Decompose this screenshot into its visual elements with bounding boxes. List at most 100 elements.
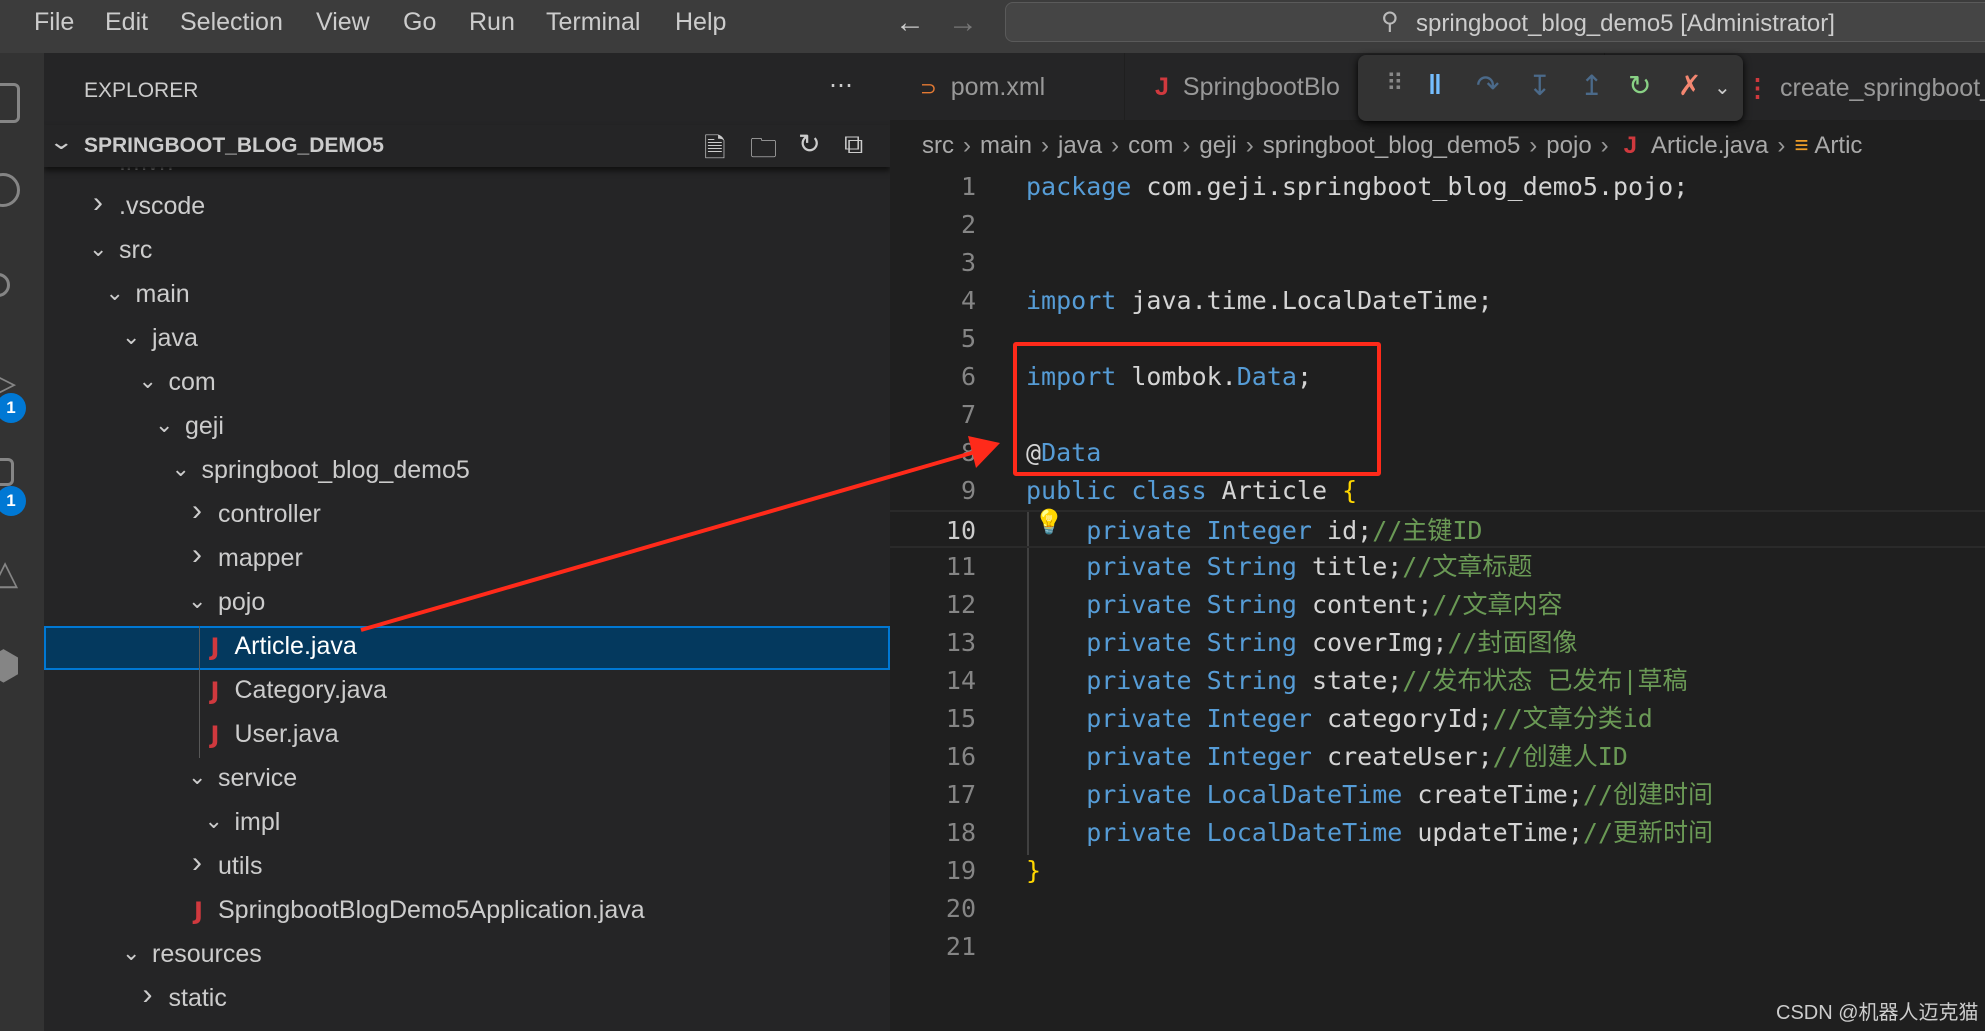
java-icon: J bbox=[210, 677, 220, 705]
code-line[interactable]: 17 private LocalDateTime createTime;//创建… bbox=[890, 776, 1985, 814]
step-over-icon[interactable]: ↷ bbox=[1476, 69, 1499, 102]
tree-folder[interactable]: › .vscode bbox=[44, 186, 890, 230]
code-line[interactable]: 20 bbox=[890, 890, 1985, 928]
code-line[interactable]: 18 private LocalDateTime updateTime;//更新… bbox=[890, 814, 1985, 852]
code-line[interactable]: 19} bbox=[890, 852, 1985, 890]
breadcrumb-item[interactable]: springboot_blog_demo5 bbox=[1263, 132, 1521, 159]
step-out-icon[interactable]: ↥ bbox=[1580, 69, 1603, 102]
tree-file[interactable]: J User.java bbox=[44, 714, 890, 758]
tree-file[interactable]: J SpringbootBlogDemo5Application.java bbox=[44, 890, 890, 934]
tab-create-springboot[interactable]: ⋮ create_springboot_b bbox=[1745, 53, 1985, 120]
tree-folder[interactable]: ⌄ impl bbox=[44, 802, 890, 846]
testing-flask-icon[interactable]: △ bbox=[0, 553, 18, 593]
code-token: state; bbox=[1296, 666, 1403, 695]
lightbulb-icon[interactable]: 💡 bbox=[1034, 508, 1064, 536]
tree-folder[interactable]: ⌄ src bbox=[44, 230, 890, 274]
line-number: 1 bbox=[960, 172, 976, 201]
code-line[interactable]: 2 bbox=[890, 206, 1985, 244]
tree-folder[interactable]: › mapper bbox=[44, 538, 890, 582]
pause-icon[interactable]: ‖ bbox=[1428, 69, 1442, 101]
tree-folder[interactable]: › utils bbox=[44, 846, 890, 890]
code-line[interactable]: 16 private Integer createUser;//创建人ID bbox=[890, 738, 1985, 776]
tree-item-label: .vscode bbox=[119, 192, 206, 220]
drag-handle-icon[interactable]: ⠿ bbox=[1386, 69, 1404, 98]
tree-folder[interactable]: ⌄ com bbox=[44, 362, 890, 406]
breadcrumb-item[interactable]: Article.java bbox=[1651, 132, 1768, 159]
code-editor[interactable]: 1 package com.geji.springboot_blog_demo5.… bbox=[890, 168, 1985, 1031]
line-number: 5 bbox=[960, 324, 976, 353]
code-line[interactable]: 1 package com.geji.springboot_blog_demo5.… bbox=[890, 168, 1985, 206]
breadcrumb-item[interactable]: pojo bbox=[1546, 132, 1591, 159]
search-icon[interactable] bbox=[0, 173, 20, 207]
tree-folder[interactable]: › controller bbox=[44, 494, 890, 538]
breadcrumb-item[interactable]: src bbox=[922, 132, 954, 159]
activity-bar: ▷ 1 1 △ ⬢ bbox=[0, 53, 44, 1031]
tree-folder[interactable]: ⌄ java bbox=[44, 318, 890, 362]
code-line[interactable]: 13 private String coverImg;//封面图像 bbox=[890, 624, 1985, 662]
remote-hexagon-icon[interactable]: ⬢ bbox=[0, 643, 21, 689]
extensions-icon[interactable] bbox=[0, 458, 14, 486]
code-token: id; bbox=[1312, 516, 1373, 545]
tree-folder[interactable]: ⌄ springboot_blog_demo5 bbox=[44, 450, 890, 494]
refresh-icon[interactable]: ↻ bbox=[798, 129, 821, 160]
code-line[interactable]: 4 import java.time.LocalDateTime; bbox=[890, 282, 1985, 320]
code-token: //文章分类id bbox=[1492, 704, 1653, 733]
menu-help[interactable]: Help bbox=[675, 8, 726, 37]
tree-file[interactable]: J Article.java bbox=[44, 626, 890, 670]
code-line[interactable]: 3 bbox=[890, 244, 1985, 282]
chevron-down-icon: ⌄ bbox=[188, 764, 207, 789]
code-text: private LocalDateTime updateTime;//更新时间 bbox=[1026, 814, 1713, 852]
tree-file[interactable]: J Category.java bbox=[44, 670, 890, 714]
command-center[interactable]: ⚲ springboot_blog_demo5 [Administrator] bbox=[1005, 2, 1985, 42]
menu-selection[interactable]: Selection bbox=[180, 8, 283, 37]
class-icon: ≡ bbox=[1794, 132, 1809, 159]
line-number: 16 bbox=[945, 742, 976, 771]
code-token: //创建人ID bbox=[1492, 742, 1628, 771]
code-token: private bbox=[1026, 628, 1192, 657]
breadcrumb-item[interactable]: main bbox=[980, 132, 1032, 159]
tree-item-label: springboot_blog_demo5 bbox=[201, 456, 470, 484]
project-header[interactable]: ⌄ SPRINGBOOT_BLOG_DEMO5 🗎 🗀 ↻ ⧉ bbox=[44, 125, 890, 167]
menu-file[interactable]: File bbox=[34, 8, 74, 37]
menu-run[interactable]: Run bbox=[469, 8, 515, 37]
code-line[interactable]: 9 public class Article { bbox=[890, 472, 1985, 510]
collapse-all-icon[interactable]: ⧉ bbox=[844, 129, 863, 161]
menu-terminal[interactable]: Terminal bbox=[546, 8, 640, 37]
tree-folder[interactable]: ⌄ service bbox=[44, 758, 890, 802]
source-control-icon[interactable] bbox=[0, 273, 10, 297]
tree-folder[interactable]: ⌄ pojo bbox=[44, 582, 890, 626]
disconnect-icon[interactable]: ✗ bbox=[1678, 69, 1701, 102]
breadcrumb-item[interactable]: com bbox=[1128, 132, 1173, 159]
breadcrumb-item[interactable]: Artic bbox=[1814, 132, 1862, 159]
code-line[interactable]: 15 private Integer categoryId;//文章分类id bbox=[890, 700, 1985, 738]
code-line[interactable]: 14 private String state;//发布状态 已发布|草稿 bbox=[890, 662, 1985, 700]
tab-pom-xml[interactable]: ⊃ pom.xml bbox=[890, 53, 1125, 120]
code-line[interactable]: 12 private String content;//文章内容 bbox=[890, 586, 1985, 624]
code-line[interactable]: 21 bbox=[890, 928, 1985, 966]
new-file-icon[interactable]: 🗎 bbox=[704, 129, 726, 175]
tree-folder[interactable]: ⌄ geji bbox=[44, 406, 890, 450]
new-folder-icon[interactable]: 🗀 bbox=[750, 129, 777, 175]
code-token: private bbox=[1026, 780, 1192, 809]
more-actions-icon[interactable]: ⋯ bbox=[829, 71, 855, 100]
tree-folder[interactable]: ⌄ main bbox=[44, 274, 890, 318]
step-into-icon[interactable]: ↧ bbox=[1528, 69, 1551, 102]
code-text: import java.time.LocalDateTime; bbox=[1026, 282, 1493, 320]
menu-view[interactable]: View bbox=[316, 8, 370, 37]
tree-folder[interactable]: ⌄ resources bbox=[44, 934, 890, 978]
restart-icon[interactable]: ↻ bbox=[1628, 69, 1651, 102]
code-token: //文章标题 bbox=[1402, 552, 1533, 581]
chevron-right-icon: › bbox=[192, 538, 202, 571]
line-number: 3 bbox=[960, 248, 976, 277]
breadcrumb-item[interactable]: geji bbox=[1199, 132, 1236, 159]
explorer-files-icon[interactable] bbox=[0, 83, 20, 123]
forward-arrow-icon[interactable]: → bbox=[948, 6, 978, 40]
menu-go[interactable]: Go bbox=[403, 8, 436, 37]
tree-item-label: impl bbox=[234, 808, 281, 836]
menu-edit[interactable]: Edit bbox=[105, 8, 148, 37]
back-arrow-icon[interactable]: ← bbox=[895, 6, 925, 40]
tree-folder[interactable]: › static bbox=[44, 978, 890, 1022]
code-line[interactable]: 11 private String title;//文章标题 bbox=[890, 548, 1985, 586]
breadcrumb-item[interactable]: java bbox=[1058, 132, 1102, 159]
chevron-down-icon[interactable]: ⌄ bbox=[1714, 75, 1731, 100]
